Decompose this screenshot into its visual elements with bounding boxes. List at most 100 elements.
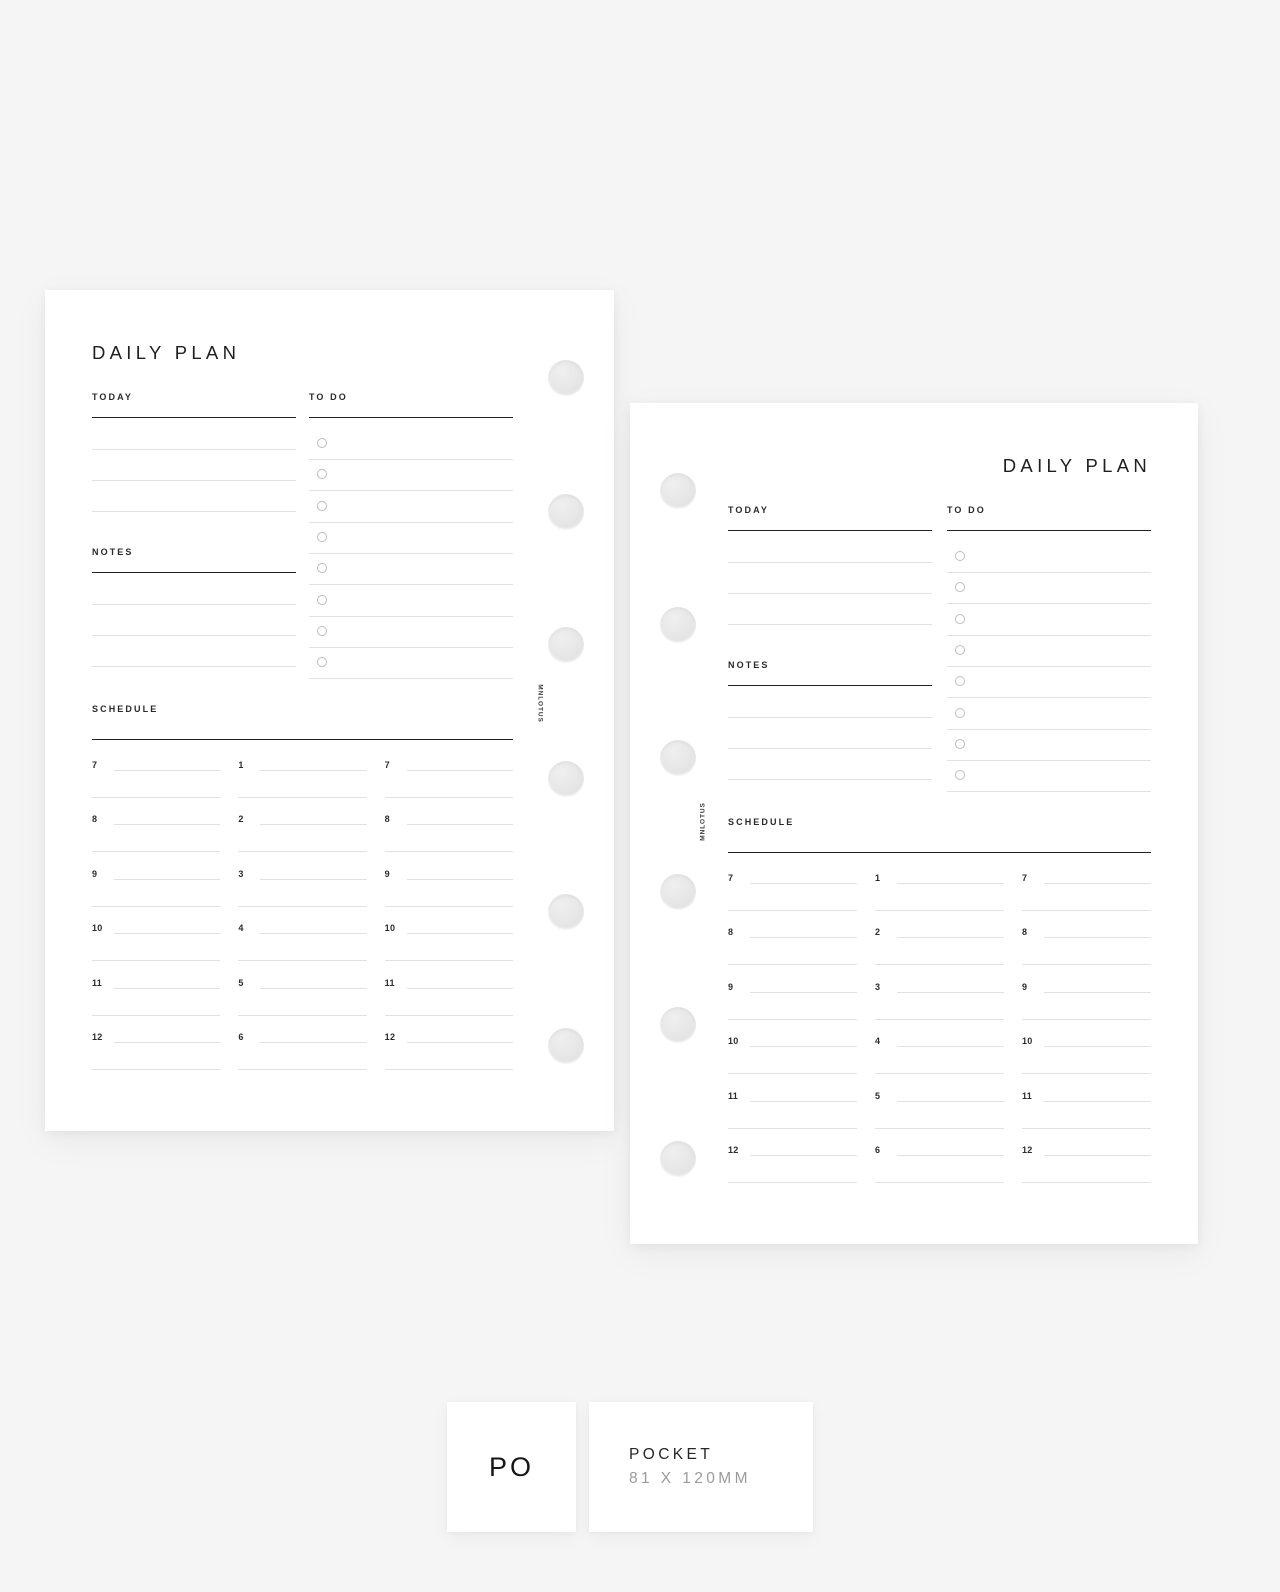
schedule-halfhour-line[interactable] bbox=[728, 910, 857, 911]
schedule-halfhour-line[interactable] bbox=[92, 797, 221, 798]
schedule-halfhour-line[interactable] bbox=[1022, 1182, 1151, 1183]
schedule-halfhour-line[interactable] bbox=[1022, 1127, 1151, 1129]
schedule-hour-line[interactable] bbox=[750, 883, 857, 884]
schedule-hour-line[interactable] bbox=[114, 770, 221, 771]
schedule-hour-line[interactable] bbox=[406, 987, 513, 989]
schedule-halfhour-line[interactable] bbox=[384, 1069, 513, 1070]
todo-write-line[interactable] bbox=[947, 603, 1151, 605]
todo-write-line[interactable] bbox=[947, 697, 1151, 699]
notes-write-line[interactable] bbox=[728, 779, 932, 780]
schedule-hour-line[interactable] bbox=[406, 1042, 513, 1043]
schedule-halfhour-line[interactable] bbox=[728, 1127, 857, 1129]
todo-checkbox[interactable] bbox=[317, 563, 327, 574]
schedule-hour-line[interactable] bbox=[114, 824, 221, 826]
notes-write-line[interactable] bbox=[728, 748, 932, 749]
todo-checkbox[interactable] bbox=[317, 657, 327, 668]
schedule-hour-line[interactable] bbox=[897, 1046, 1004, 1048]
schedule-halfhour-line[interactable] bbox=[384, 905, 513, 907]
schedule-hour-line[interactable] bbox=[897, 937, 1004, 939]
today-write-line[interactable] bbox=[92, 449, 296, 450]
schedule-halfhour-line[interactable] bbox=[728, 1018, 857, 1020]
schedule-hour-line[interactable] bbox=[260, 824, 367, 826]
schedule-halfhour-line[interactable] bbox=[1022, 964, 1151, 966]
notes-write-line[interactable] bbox=[728, 717, 932, 718]
todo-write-line[interactable] bbox=[947, 665, 1151, 667]
todo-checkbox[interactable] bbox=[317, 594, 327, 605]
schedule-hour-line[interactable] bbox=[897, 883, 1004, 884]
schedule-hour-line[interactable] bbox=[750, 1155, 857, 1156]
todo-write-line[interactable] bbox=[309, 459, 513, 460]
schedule-halfhour-line[interactable] bbox=[238, 905, 367, 907]
today-write-line[interactable] bbox=[92, 511, 296, 512]
todo-write-line[interactable] bbox=[309, 615, 513, 617]
schedule-hour-line[interactable] bbox=[1044, 1046, 1151, 1048]
schedule-halfhour-line[interactable] bbox=[875, 1018, 1004, 1020]
todo-write-line[interactable] bbox=[947, 791, 1151, 793]
today-write-line[interactable] bbox=[728, 624, 932, 625]
schedule-hour-line[interactable] bbox=[260, 1042, 367, 1043]
schedule-hour-line[interactable] bbox=[897, 1155, 1004, 1156]
schedule-halfhour-line[interactable] bbox=[92, 960, 221, 962]
schedule-hour-line[interactable] bbox=[897, 1100, 1004, 1102]
schedule-hour-line[interactable] bbox=[114, 933, 221, 935]
schedule-halfhour-line[interactable] bbox=[92, 905, 221, 907]
todo-write-line[interactable] bbox=[309, 584, 513, 586]
schedule-hour-line[interactable] bbox=[1044, 991, 1151, 993]
schedule-hour-line[interactable] bbox=[114, 878, 221, 880]
schedule-halfhour-line[interactable] bbox=[238, 1014, 367, 1016]
schedule-halfhour-line[interactable] bbox=[875, 1182, 1004, 1183]
todo-write-line[interactable] bbox=[309, 552, 513, 554]
todo-checkbox[interactable] bbox=[317, 438, 327, 448]
schedule-hour-line[interactable] bbox=[897, 991, 1004, 993]
todo-write-line[interactable] bbox=[309, 678, 513, 680]
todo-checkbox[interactable] bbox=[955, 676, 965, 687]
todo-write-line[interactable] bbox=[947, 572, 1151, 573]
schedule-halfhour-line[interactable] bbox=[238, 1069, 367, 1070]
schedule-hour-line[interactable] bbox=[1044, 1155, 1151, 1156]
todo-checkbox[interactable] bbox=[955, 770, 965, 781]
schedule-halfhour-line[interactable] bbox=[1022, 1018, 1151, 1020]
schedule-hour-line[interactable] bbox=[1044, 1100, 1151, 1102]
schedule-halfhour-line[interactable] bbox=[384, 1014, 513, 1016]
schedule-hour-line[interactable] bbox=[1044, 937, 1151, 939]
schedule-hour-line[interactable] bbox=[750, 1046, 857, 1048]
schedule-hour-line[interactable] bbox=[260, 878, 367, 880]
schedule-hour-line[interactable] bbox=[114, 987, 221, 989]
schedule-halfhour-line[interactable] bbox=[238, 797, 367, 798]
schedule-hour-line[interactable] bbox=[750, 937, 857, 939]
schedule-hour-line[interactable] bbox=[1044, 883, 1151, 884]
todo-checkbox[interactable] bbox=[317, 531, 327, 542]
today-write-line[interactable] bbox=[728, 593, 932, 594]
schedule-hour-line[interactable] bbox=[406, 878, 513, 880]
schedule-hour-line[interactable] bbox=[260, 933, 367, 935]
todo-checkbox[interactable] bbox=[955, 644, 965, 655]
schedule-halfhour-line[interactable] bbox=[1022, 1073, 1151, 1075]
schedule-halfhour-line[interactable] bbox=[875, 1127, 1004, 1129]
notes-write-line[interactable] bbox=[92, 635, 296, 636]
schedule-hour-line[interactable] bbox=[114, 1042, 221, 1043]
schedule-hour-line[interactable] bbox=[750, 1100, 857, 1102]
todo-checkbox[interactable] bbox=[955, 738, 965, 749]
schedule-hour-line[interactable] bbox=[260, 770, 367, 771]
schedule-hour-line[interactable] bbox=[750, 991, 857, 993]
todo-write-line[interactable] bbox=[309, 646, 513, 648]
schedule-halfhour-line[interactable] bbox=[384, 851, 513, 853]
todo-checkbox[interactable] bbox=[317, 500, 327, 511]
schedule-halfhour-line[interactable] bbox=[728, 1182, 857, 1183]
schedule-halfhour-line[interactable] bbox=[384, 960, 513, 962]
today-write-line[interactable] bbox=[92, 480, 296, 481]
todo-checkbox[interactable] bbox=[955, 551, 965, 561]
todo-checkbox[interactable] bbox=[955, 582, 965, 593]
schedule-halfhour-line[interactable] bbox=[875, 1073, 1004, 1075]
todo-write-line[interactable] bbox=[947, 634, 1151, 636]
schedule-halfhour-line[interactable] bbox=[1022, 910, 1151, 911]
todo-write-line[interactable] bbox=[309, 490, 513, 492]
todo-write-line[interactable] bbox=[309, 521, 513, 523]
schedule-hour-line[interactable] bbox=[260, 987, 367, 989]
todo-checkbox[interactable] bbox=[317, 625, 327, 636]
schedule-halfhour-line[interactable] bbox=[875, 964, 1004, 966]
schedule-halfhour-line[interactable] bbox=[384, 797, 513, 798]
todo-checkbox[interactable] bbox=[955, 613, 965, 624]
schedule-halfhour-line[interactable] bbox=[92, 1014, 221, 1016]
notes-write-line[interactable] bbox=[92, 666, 296, 667]
